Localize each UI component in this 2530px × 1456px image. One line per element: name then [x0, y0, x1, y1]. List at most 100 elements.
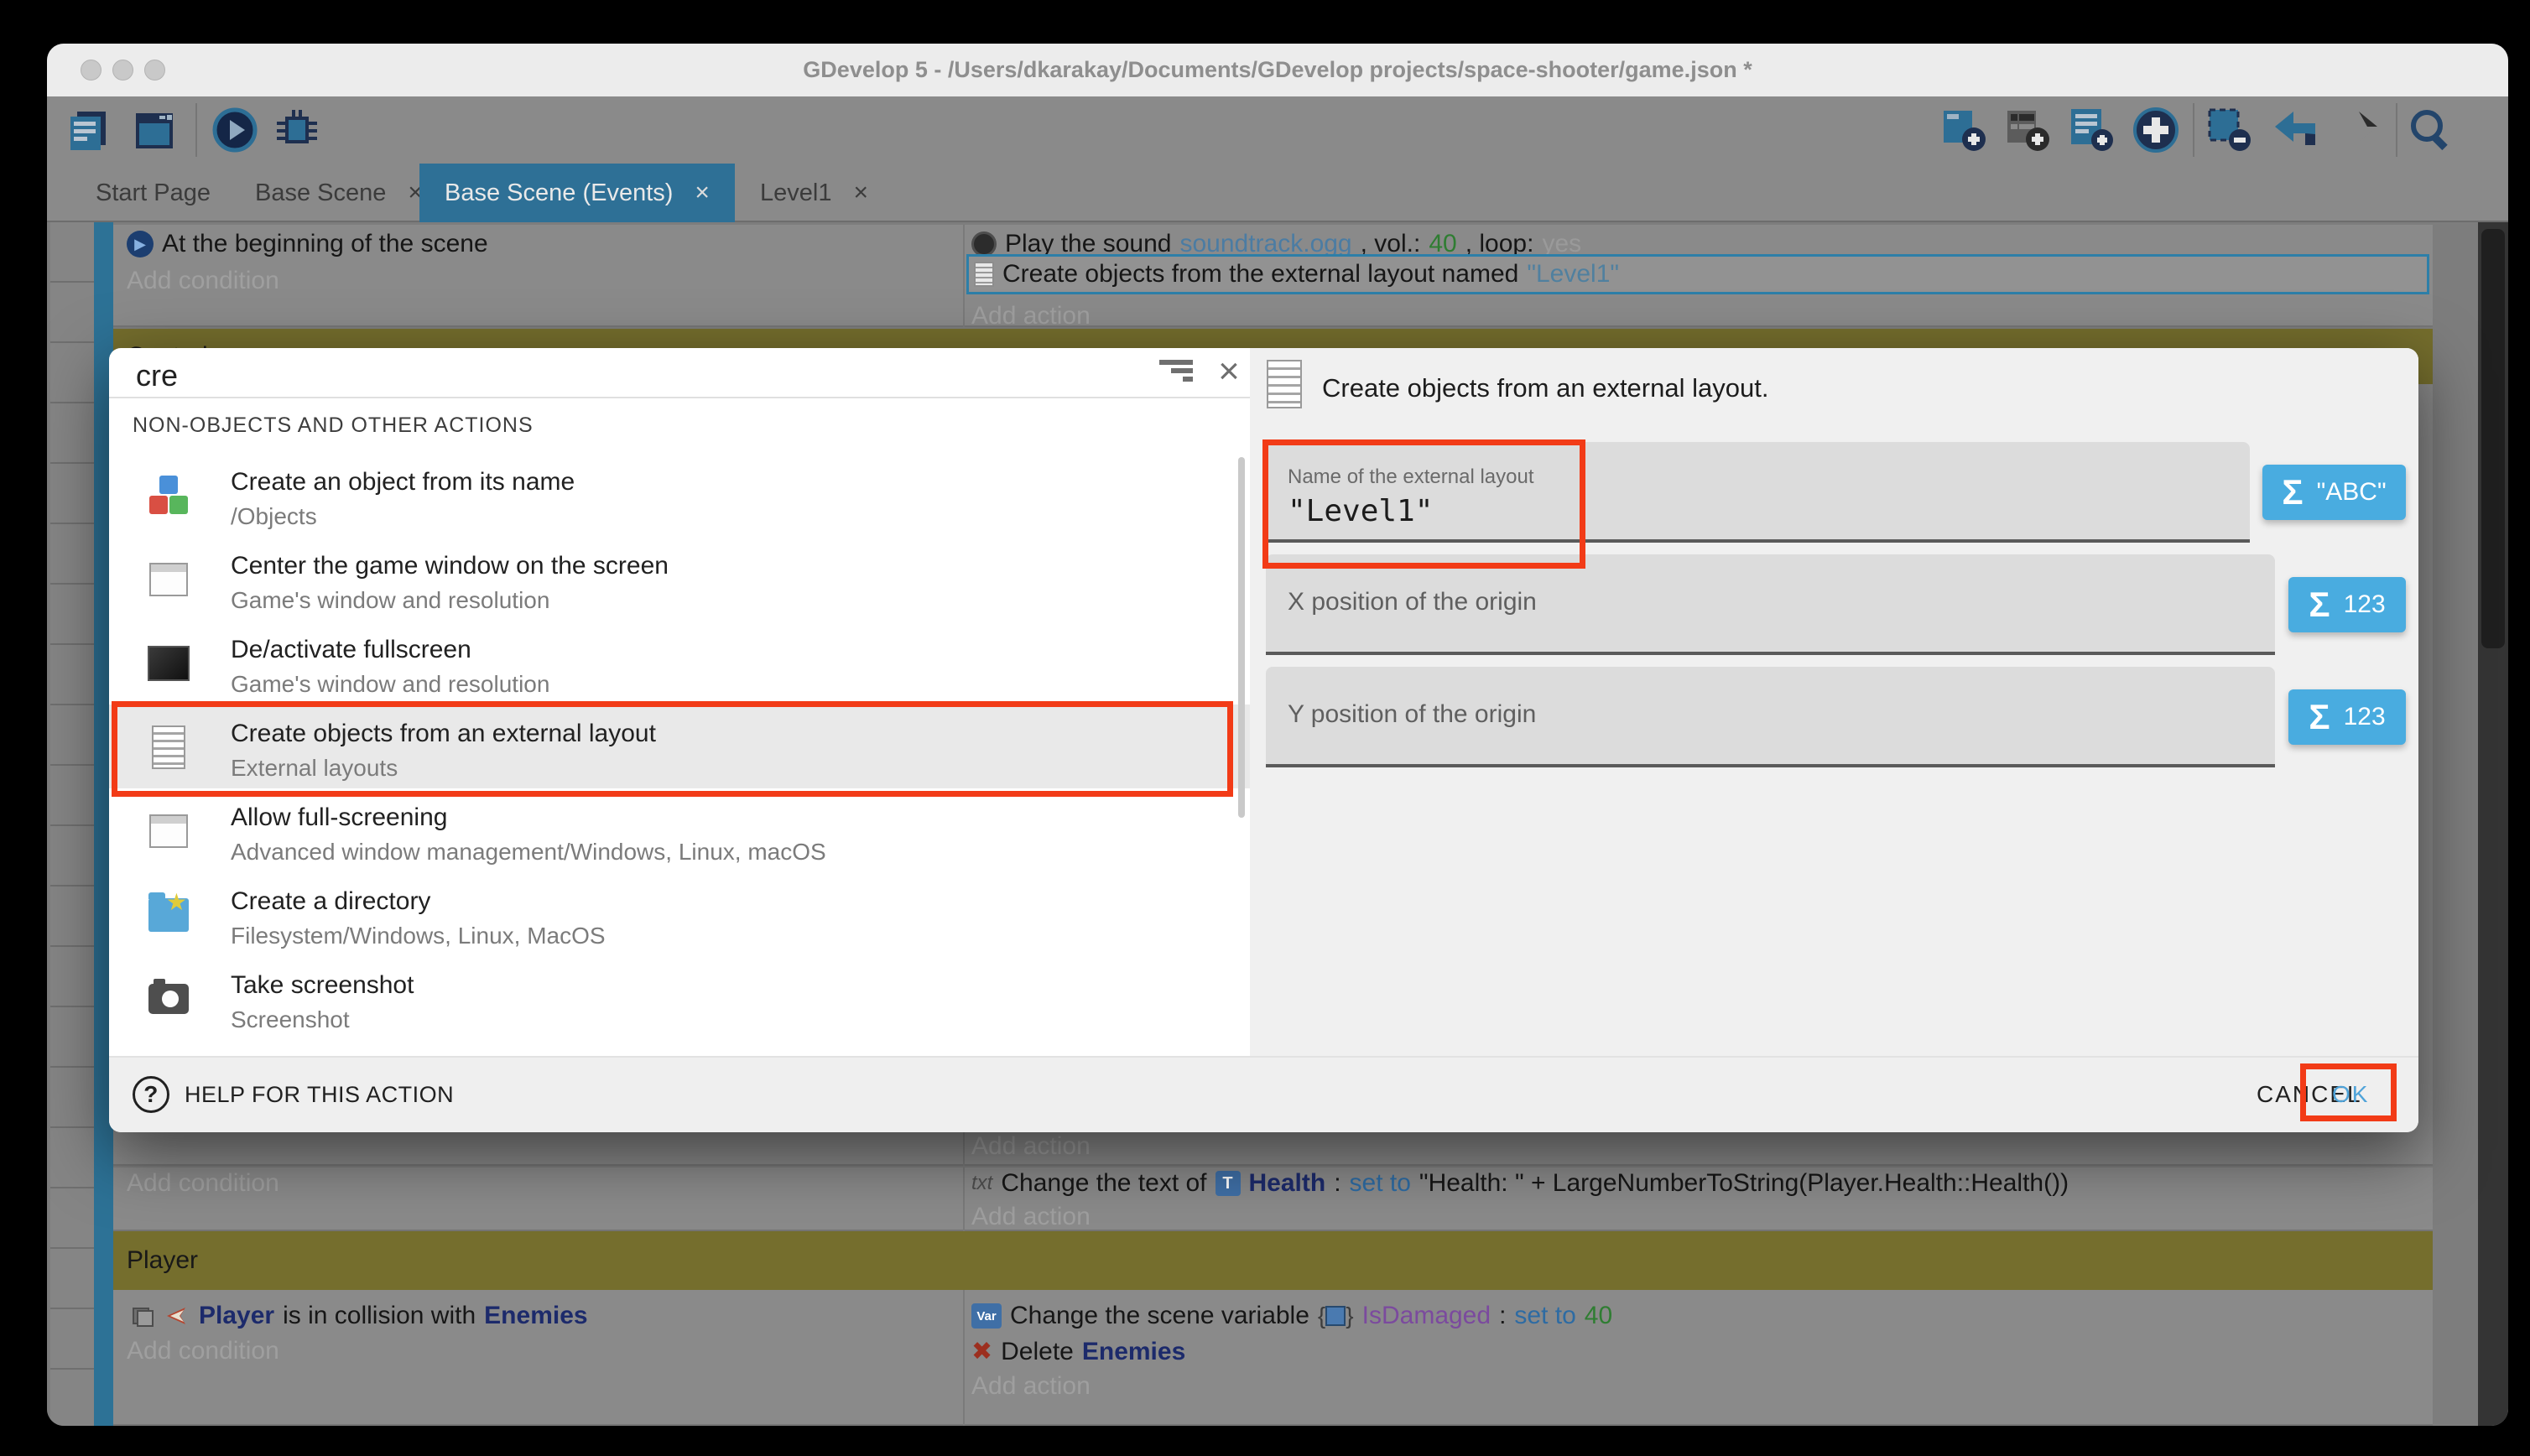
list-item-take-screenshot[interactable]: Take screenshot Screenshot — [109, 956, 1250, 1040]
delete-event-icon[interactable] — [2205, 105, 2255, 155]
list-item-center-game-window[interactable]: Center the game window on the screen Gam… — [109, 537, 1250, 621]
external-layout-icon — [1267, 360, 1302, 408]
list-item-allow-fullscreening[interactable]: Allow full-screening Advanced window man… — [109, 788, 1250, 872]
list-item-create-directory[interactable]: ★ Create a directory Filesystem/Windows,… — [109, 872, 1250, 956]
panel-title: Create objects from an external layout. — [1322, 373, 1768, 403]
list-item-create-objects-external-layout[interactable]: Create objects from an external layout E… — [109, 705, 1250, 788]
add-action-link[interactable]: Add action — [971, 302, 1091, 330]
add-action-link[interactable]: Add action — [971, 1132, 1091, 1161]
titlebar: GDevelop 5 - /Users/dkarakay/Documents/G… — [47, 44, 2508, 96]
add-condition-link[interactable]: Add condition — [127, 1169, 279, 1198]
scene-editor-icon[interactable] — [129, 105, 180, 155]
ok-button[interactable]: OK — [2332, 1071, 2369, 1118]
preview-play-icon[interactable] — [210, 105, 260, 155]
sound-icon — [971, 231, 997, 257]
list-scrollbar-thumb[interactable] — [1238, 457, 1245, 818]
window-title: GDevelop 5 - /Users/dkarakay/Documents/G… — [47, 44, 2508, 96]
add-event-icon[interactable] — [1939, 105, 1990, 155]
event-gutter — [50, 222, 96, 1426]
event-condition[interactable]: ▶ At the beginning of the scene — [127, 230, 488, 258]
objects-cubes-icon — [147, 474, 190, 517]
dialog-footer — [109, 1056, 2418, 1132]
add-new-icon[interactable] — [2131, 105, 2181, 155]
action-parameters-panel: Create objects from an external layout. … — [1250, 348, 2418, 1056]
player-ship-icon — [164, 1303, 190, 1329]
delete-icon: ✖ — [971, 1337, 992, 1366]
search-input[interactable] — [134, 353, 1060, 398]
debug-icon[interactable] — [272, 105, 322, 155]
sigma-icon: Σ — [2309, 699, 2330, 735]
tab-label: Base Scene — [255, 179, 386, 207]
project-manager-icon[interactable] — [64, 105, 114, 155]
begin-of-scene-icon: ▶ — [127, 231, 154, 257]
action-cell[interactable]: Play the sound soundtrack.ogg, vol.: 40,… — [965, 225, 2433, 327]
add-subevent-icon[interactable] — [2003, 105, 2054, 155]
close-icon[interactable]: × — [1210, 350, 1248, 393]
toolbar-separator — [2193, 103, 2194, 157]
list-item-create-object-from-name[interactable]: Create an object from its name /Objects — [109, 453, 1250, 537]
add-action-link[interactable]: Add action — [971, 1372, 1091, 1401]
expression-builder-123-button[interactable]: Σ 123 — [2288, 577, 2406, 632]
sigma-icon: Σ — [2282, 475, 2303, 510]
folder-star-icon: ★ — [147, 893, 190, 937]
tab-base-scene-events[interactable]: Base Scene (Events) × — [419, 164, 735, 222]
help-icon: ? — [133, 1076, 169, 1113]
camera-icon — [147, 977, 190, 1021]
event-condition-collision[interactable]: Player is in collision with Enemies — [127, 1302, 588, 1330]
search-icon[interactable] — [2406, 105, 2456, 155]
choose-action-dialog: × NON-OBJECTS AND OTHER ACTIONS Create a… — [109, 348, 2418, 1132]
tab-start-page[interactable]: Start Page — [70, 164, 236, 222]
toolbar-separator — [2396, 103, 2397, 157]
scrollbar-thumb[interactable] — [2481, 229, 2505, 648]
condition-cell[interactable]: Add condition — [113, 1167, 963, 1231]
fullscreen-icon — [147, 642, 190, 685]
external-layout-icon — [974, 262, 994, 287]
tab-label: Level1 — [760, 179, 831, 207]
redo-icon[interactable] — [2334, 105, 2384, 155]
variable-icon: Var — [971, 1303, 1002, 1329]
condition-cell[interactable]: ▶ At the beginning of the scene Add cond… — [113, 225, 963, 327]
expression-builder-123-button[interactable]: Σ 123 — [2288, 689, 2406, 745]
tab-bar: Start Page Base Scene × Base Scene (Even… — [47, 164, 2508, 222]
add-action-link[interactable]: Add action — [971, 1203, 1091, 1231]
x-position-field[interactable]: X position of the origin — [1266, 554, 2275, 655]
action-cell[interactable]: txt Change the text of T Health: set to … — [965, 1167, 2433, 1231]
condition-cell[interactable]: Player is in collision with Enemies Add … — [113, 1290, 963, 1426]
event-action-change-variable[interactable]: Var Change the scene variable {} IsDamag… — [971, 1302, 1612, 1330]
add-condition-link[interactable]: Add condition — [127, 1337, 279, 1365]
scene-variable-icon: {} — [1318, 1303, 1354, 1329]
tab-close-icon[interactable]: × — [853, 179, 868, 207]
toolbar-separator — [195, 103, 197, 157]
tab-base-scene[interactable]: Base Scene × — [230, 164, 448, 222]
vertical-scrollbar[interactable] — [2478, 222, 2508, 1426]
action-cell[interactable]: Var Change the scene variable {} IsDamag… — [965, 1290, 2433, 1426]
y-position-field[interactable]: Y position of the origin — [1266, 667, 2275, 767]
tab-label: Base Scene (Events) — [445, 179, 673, 207]
help-for-this-action[interactable]: ? HELP FOR THIS ACTION — [133, 1065, 454, 1124]
game-window-icon — [147, 558, 190, 601]
event-action-create-external-layout-selected[interactable]: Create objects from the external layout … — [966, 254, 2429, 294]
text-action-icon: txt — [971, 1172, 992, 1195]
undo-icon[interactable] — [2268, 105, 2319, 155]
tab-level1[interactable]: Level1 × — [735, 164, 893, 222]
game-window-icon — [147, 809, 190, 853]
external-layout-icon — [147, 725, 190, 769]
group-header-player[interactable]: Player — [113, 1231, 2433, 1290]
event-action-change-text[interactable]: txt Change the text of T Health: set to … — [971, 1169, 2069, 1198]
tab-close-icon[interactable]: × — [695, 179, 710, 207]
section-header: NON-OBJECTS AND OTHER ACTIONS — [133, 413, 534, 438]
divider — [109, 397, 1250, 398]
list-item-deactivate-fullscreen[interactable]: De/activate fullscreen Game's window and… — [109, 621, 1250, 705]
text-object-icon: T — [1216, 1171, 1241, 1196]
toolbar — [47, 96, 2508, 164]
filter-icon[interactable] — [1154, 356, 1193, 392]
add-condition-link[interactable]: Add condition — [127, 267, 279, 295]
sigma-icon: Σ — [2309, 587, 2330, 622]
collision-icon — [127, 1303, 155, 1329]
add-comment-icon[interactable] — [2067, 105, 2117, 155]
expression-builder-abc-button[interactable]: Σ "ABC" — [2262, 465, 2406, 520]
name-of-external-layout-field[interactable]: Name of the external layout "Level1" — [1266, 442, 2250, 543]
tab-label: Start Page — [96, 179, 211, 207]
event-action-delete[interactable]: ✖ Delete Enemies — [971, 1337, 1185, 1366]
screenshot-stage: GDevelop 5 - /Users/dkarakay/Documents/G… — [0, 0, 2530, 1456]
